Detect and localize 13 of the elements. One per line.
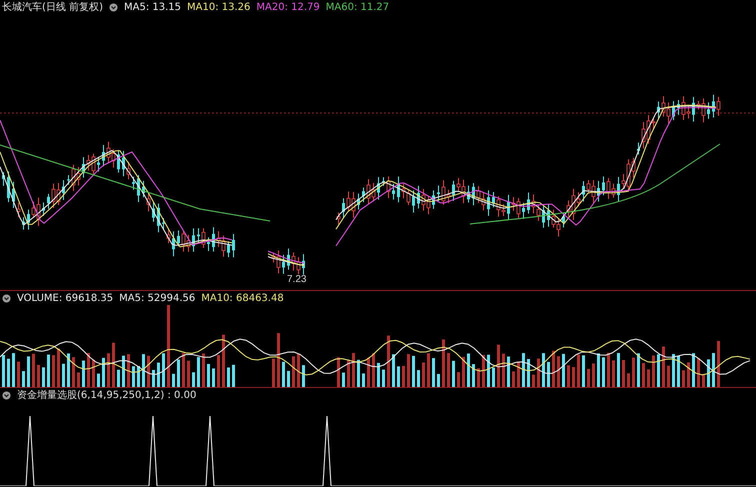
volume-value: MA5: 52994.56 (119, 292, 196, 304)
moving-average-value: MA20: 12.79 (256, 2, 320, 12)
moving-average-value: MA10: 13.26 (187, 2, 250, 12)
moving-average-value: MA5: 13.15 (124, 2, 181, 12)
chevron-circle-icon[interactable] (108, 2, 118, 12)
chart-title: 长城汽车(日线 前复权) (2, 0, 103, 14)
volume-value: VOLUME: 69618.35 (17, 292, 114, 304)
chevron-circle-icon[interactable] (2, 390, 11, 400)
chevron-circle-icon[interactable] (2, 294, 11, 302)
indicator-value: 资金增量选股(6,14,95,250,1,2) : 0.00 (17, 388, 196, 402)
low-price-label: 7.23 (287, 274, 306, 285)
moving-average-value: MA60: 11.27 (326, 2, 390, 12)
volume-value: MA10: 68463.48 (201, 292, 284, 304)
